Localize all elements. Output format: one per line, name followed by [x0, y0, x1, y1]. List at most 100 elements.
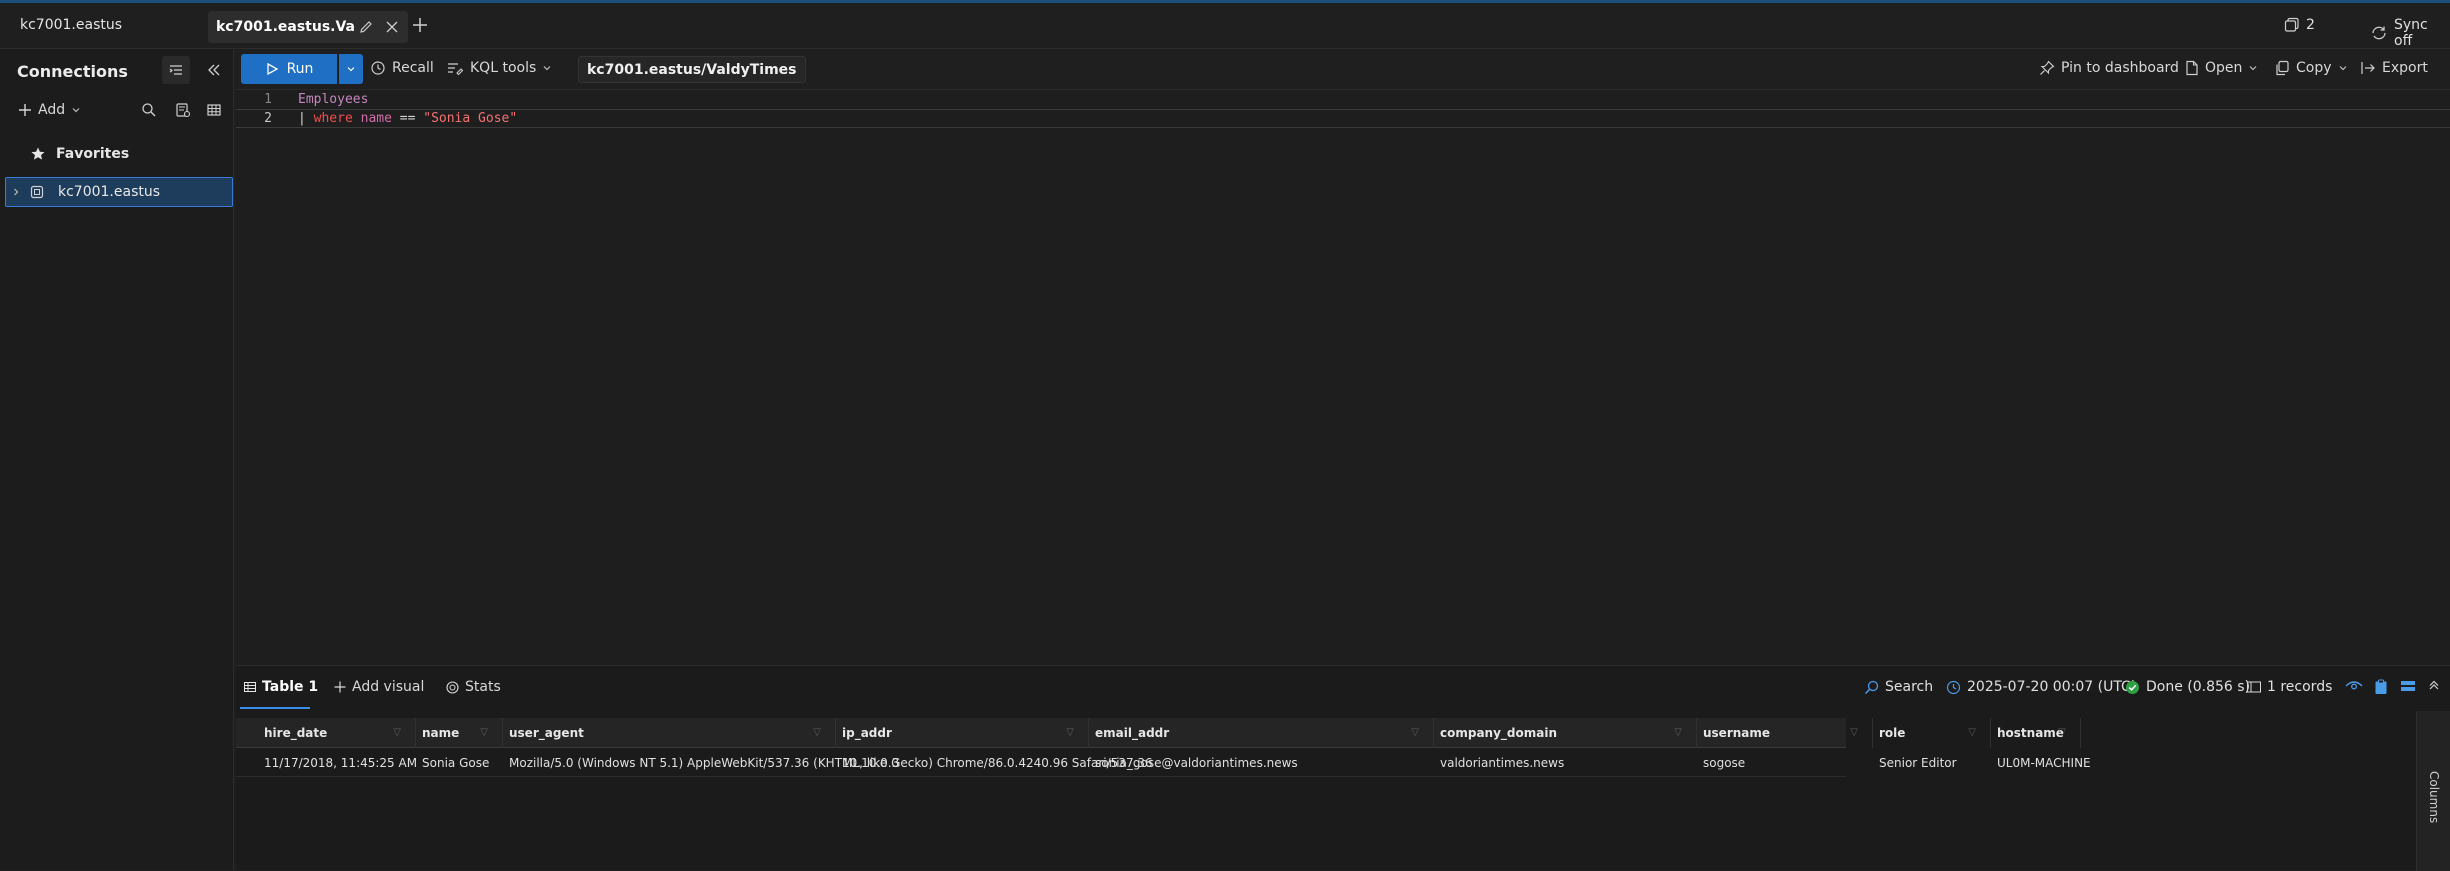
sync-button[interactable]: Sync off — [2370, 17, 2450, 49]
copy-label: Copy — [2296, 60, 2332, 76]
star-icon — [30, 146, 46, 162]
sync-label: Sync off — [2394, 17, 2428, 49]
chevron-down-icon — [2248, 63, 2258, 73]
connection-item-kc7001[interactable]: kc7001.eastus — [5, 177, 233, 207]
add-connection-button[interactable]: Add — [18, 102, 81, 118]
records-label: 1 records — [2267, 679, 2333, 695]
add-tab-plus-icon[interactable] — [410, 15, 432, 37]
clock-icon — [1946, 680, 1961, 695]
column-header-ip-addr[interactable]: ip_addr ▽ — [836, 718, 1089, 748]
connections-title: Connections — [17, 62, 128, 81]
filter-icon[interactable]: ▽ — [1674, 727, 1682, 738]
column-header-email-addr[interactable]: email_addr ▽ — [1089, 718, 1434, 748]
table-cell-hostname[interactable]: UL0M-MACHINE — [1997, 749, 2091, 777]
table-cell-user-agent[interactable]: Mozilla/5.0 (Windows NT 5.1) AppleWebKit… — [509, 749, 1153, 777]
search-connections-icon[interactable] — [135, 96, 163, 124]
search-results-button[interactable]: Search — [1864, 679, 1933, 695]
recall-button[interactable]: Recall — [370, 60, 434, 76]
filter-icon[interactable]: ▽ — [393, 727, 401, 738]
code-line: | where name == "Sonia Gose" — [298, 111, 517, 126]
query-timestamp: 2025-07-20 00:07 (UTC) — [1946, 679, 2136, 695]
table-cell-email-addr[interactable]: sonia_gose@valdoriantimes.news — [1095, 749, 1434, 777]
run-button[interactable]: Run — [241, 54, 337, 84]
table-cell-company-domain[interactable]: valdoriantimes.news — [1440, 749, 1697, 777]
column-header-name[interactable]: name ▽ — [416, 718, 503, 748]
column-header-label: hire_date — [264, 726, 328, 740]
database-selector[interactable]: kc7001.eastus/ValdyTimes — [578, 56, 806, 83]
timestamp-label: 2025-07-20 00:07 (UTC) — [1967, 679, 2137, 695]
table-cell-role[interactable]: Senior Editor — [1879, 749, 1991, 777]
editor-line-current: 2 | where name == "Sonia Gose" — [236, 109, 2450, 128]
kql-tools-button[interactable]: KQL tools — [446, 60, 552, 76]
run-options-dropdown[interactable] — [339, 54, 363, 84]
cluster-icon — [26, 184, 48, 200]
code-line: Employees — [298, 92, 368, 107]
filter-icon[interactable]: ▽ — [1411, 727, 1419, 738]
expand-up-icon[interactable] — [2428, 679, 2440, 691]
filter-icon[interactable]: ▽ — [2058, 727, 2066, 738]
query-toolbar: Run Recall KQL tools kc7001.eastus/Valdy… — [236, 50, 2450, 90]
column-header-hire-date[interactable]: hire_date ▽ — [236, 718, 416, 748]
columns-panel-toggle[interactable]: Columns — [2416, 711, 2450, 871]
database-settings-icon[interactable] — [169, 96, 197, 124]
column-header-label: name — [422, 726, 460, 740]
close-tab-icon[interactable] — [382, 17, 402, 37]
windows-count-button[interactable]: 2 — [2284, 17, 2315, 33]
tab-stats[interactable]: Stats — [446, 679, 501, 695]
column-header-company-domain[interactable]: company_domain ▽ — [1434, 718, 1697, 748]
chevron-right-icon[interactable] — [6, 187, 26, 197]
top-bar: kc7001.eastus kc7001.eastus.Valdy... 2 S… — [0, 3, 2450, 49]
column-header-label: username — [1703, 726, 1771, 740]
stats-icon — [446, 680, 459, 694]
table-view-icon[interactable] — [200, 96, 228, 124]
search-label: Search — [1885, 679, 1934, 695]
pipe-token: | — [298, 111, 306, 126]
column-header-user-agent[interactable]: user_agent ▽ — [503, 718, 836, 748]
collapse-sidebar-icon[interactable] — [200, 56, 228, 84]
records-icon — [2247, 681, 2261, 693]
filter-icon[interactable]: ▽ — [480, 727, 488, 738]
tab-table-1[interactable]: Table 1 — [244, 679, 318, 695]
tab-table-label: Table 1 — [262, 679, 319, 695]
eye-icon[interactable] — [2345, 679, 2363, 693]
tab-stats-label: Stats — [465, 679, 501, 695]
tab-add-visual[interactable]: Add visual — [334, 679, 424, 695]
table-icon — [244, 681, 256, 693]
filter-icon[interactable]: ▽ — [1066, 727, 1074, 738]
clipboard-icon[interactable] — [2374, 679, 2388, 695]
query-tab[interactable]: kc7001.eastus.Valdy... — [208, 11, 408, 43]
filter-icon[interactable]: ▽ — [1968, 727, 1976, 738]
copy-button[interactable]: Copy — [2274, 60, 2348, 76]
filter-icon[interactable]: ▽ — [1850, 727, 1858, 738]
plus-icon — [18, 103, 32, 117]
column-header-label: ip_addr — [842, 726, 892, 740]
collapse-tree-icon[interactable] — [162, 56, 190, 84]
open-button[interactable]: Open — [2185, 60, 2258, 76]
table-cell-ip-addr[interactable]: 10.10.0.3 — [842, 749, 1089, 777]
table-cell-name[interactable]: Sonia Gose — [422, 749, 503, 777]
connections-sidebar: Connections Add Favorites kc7001.eastus — [0, 50, 234, 870]
column-header-hostname[interactable]: hostname ▽ — [1991, 718, 2081, 748]
favorites-label: Favorites — [56, 146, 130, 162]
file-icon — [2185, 60, 2199, 76]
filter-icon[interactable]: ▽ — [813, 727, 821, 738]
query-editor[interactable]: 1 Employees 2 | where name == "Sonia Gos… — [236, 90, 2450, 665]
table-cell-username[interactable]: sogose — [1703, 749, 1873, 777]
rename-pencil-icon[interactable] — [356, 17, 376, 37]
table-row[interactable]: 11/17/2018, 11:45:25 AM Sonia Gose Mozilla… — [236, 749, 2091, 777]
history-icon — [370, 60, 386, 76]
recall-label: Recall — [392, 60, 434, 76]
column-header-role[interactable]: role ▽ — [1873, 718, 1991, 748]
row-density-icon[interactable] — [2400, 679, 2416, 693]
column-header-username[interactable]: username ▽ — [1697, 718, 1873, 748]
favorites-item[interactable]: Favorites — [30, 146, 129, 162]
results-pane: Table 1 Add visual Stats Search 2025-07-… — [236, 665, 2450, 871]
status-label: Done (0.856 s) — [2146, 679, 2251, 695]
line-number: 1 — [264, 92, 272, 107]
chevron-down-icon — [71, 105, 81, 115]
export-button[interactable]: Export — [2360, 60, 2428, 76]
pin-to-dashboard-button[interactable]: Pin to dashboard — [2039, 60, 2179, 76]
column-header-label: user_agent — [509, 726, 584, 740]
table-cell-hire-date[interactable]: 11/17/2018, 11:45:25 AM — [264, 749, 438, 777]
string-token: "Sonia Gose" — [423, 111, 518, 126]
